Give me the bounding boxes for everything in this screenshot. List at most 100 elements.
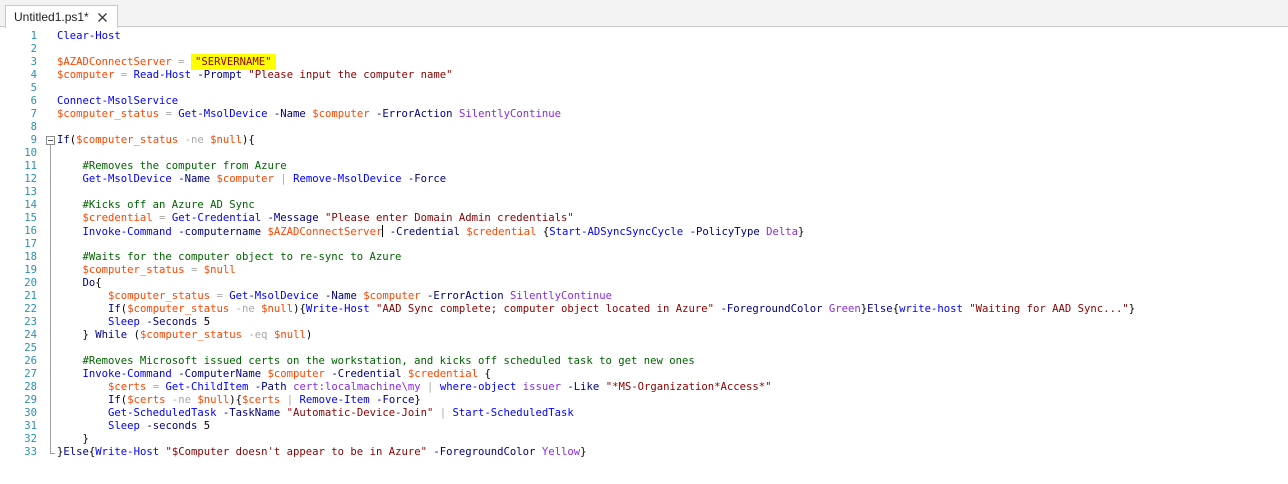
line-number: 28: [24, 381, 37, 393]
token-var: $computer: [363, 290, 421, 302]
token-var: $null: [273, 329, 306, 341]
code-text: Invoke-Command -computername $AZADConnec…: [57, 225, 804, 239]
token-cmd: where-object: [439, 381, 517, 393]
token-kw: If: [108, 303, 121, 315]
token-var: $computer: [312, 108, 370, 120]
token-tx: 5: [203, 420, 211, 432]
token-cmd: Clear-Host: [57, 30, 121, 42]
code-text: Connect-MsolService: [57, 95, 178, 108]
token-par: -Seconds: [146, 316, 198, 328]
token-cmd: Get-ChildItem: [165, 381, 249, 393]
token-par: -ForegroundColor: [720, 303, 823, 315]
token-arg: cert:localmachine\my: [293, 381, 421, 393]
token-cmd: Sleep: [108, 316, 140, 328]
token-str: "AAD Sync complete; computer object loca…: [376, 303, 715, 315]
line-number: 22: [24, 303, 37, 315]
token-cmd: Start-ADSyncSyncCycle: [549, 226, 684, 238]
code-line[interactable]: 10: [0, 147, 1288, 160]
token-par: -Credential: [331, 368, 402, 380]
line-number: 18: [24, 251, 37, 263]
line-number: 25: [24, 342, 37, 354]
code-text: }: [57, 433, 89, 446]
token-kw: Else: [63, 446, 89, 458]
code-line[interactable]: 5: [0, 82, 1288, 95]
line-number: 3: [30, 56, 37, 68]
code-line[interactable]: 7 $computer_status = Get-MsolDevice -Name…: [0, 108, 1288, 121]
token-cmt: #Removes Microsoft issued certs on the w…: [82, 355, 695, 367]
token-cmd: Remove-Item: [299, 394, 370, 406]
tab-untitled1[interactable]: Untitled1.ps1*: [5, 5, 118, 28]
fold-guide-end: [50, 453, 55, 454]
code-line[interactable]: 16 Invoke-Command -computername $AZADCon…: [0, 225, 1288, 238]
close-icon[interactable]: [96, 11, 109, 24]
code-line[interactable]: 14 #Kicks off an Azure AD Sync: [0, 199, 1288, 212]
code-line[interactable]: 18 #Waits for the computer object to re-…: [0, 251, 1288, 264]
token-grp: }: [580, 446, 587, 458]
code-line[interactable]: 27 Invoke-Command -ComputerName $compute…: [0, 368, 1288, 381]
token-par: -TaskName: [222, 407, 281, 419]
code-line[interactable]: 30 Get-ScheduledTask -TaskName "Automati…: [0, 407, 1288, 420]
line-number: 26: [24, 355, 37, 367]
code-line[interactable]: 22 If($computer_status -ne $null){Write-…: [0, 303, 1288, 316]
collapse-icon[interactable]: [46, 136, 55, 145]
token-par: -Force: [376, 394, 415, 406]
code-line[interactable]: 23 Sleep -Seconds 5: [0, 316, 1288, 329]
token-cmd: Invoke-Command: [82, 226, 172, 238]
script-editor[interactable]: 1 Clear-Host 2 3 $AZADConnectServer = "SERVE…: [0, 27, 1288, 484]
token-tx: 5: [203, 316, 211, 328]
token-grp: ){: [229, 394, 243, 406]
code-line[interactable]: 19 $computer_status = $null: [0, 264, 1288, 277]
token-par: -Name: [178, 173, 211, 185]
line-number: 12: [24, 173, 37, 185]
code-line[interactable]: 24 } While ($computer_status -eq $null): [0, 329, 1288, 342]
code-line[interactable]: 13: [0, 186, 1288, 199]
token-arg: Delta: [766, 226, 799, 238]
code-line[interactable]: 29 If($certs -ne $null){$certs | Remove-…: [0, 394, 1288, 407]
code-line[interactable]: 11 #Removes the computer from Azure: [0, 160, 1288, 173]
code-text: #Waits for the computer object to re-syn…: [57, 251, 402, 264]
token-par: -Prompt: [197, 69, 243, 81]
line-number: 4: [30, 69, 37, 81]
token-cmd: Write-Host: [305, 303, 370, 315]
code-line[interactable]: 9 If($computer_status -ne $null){: [0, 134, 1288, 147]
line-number: 10: [24, 147, 37, 159]
token-grp: }: [798, 226, 805, 238]
token-var: $credential: [466, 226, 537, 238]
code-line[interactable]: 15 $credential = Get-Credential -Message…: [0, 212, 1288, 225]
token-par: -computername: [178, 226, 262, 238]
token-op: -ne: [171, 394, 191, 406]
code-text: If($computer_status -ne $null){Write-Hos…: [57, 303, 1135, 316]
code-line[interactable]: 8: [0, 121, 1288, 134]
code-line[interactable]: 12 Get-MsolDevice -Name $computer | Remo…: [0, 173, 1288, 186]
line-number: 2: [30, 43, 37, 55]
line-number: 5: [30, 82, 37, 94]
token-arg: issuer: [522, 381, 562, 393]
code-line[interactable]: 1 Clear-Host: [0, 30, 1288, 43]
code-text: Sleep -seconds 5: [57, 420, 210, 433]
token-cmt: #Waits for the computer object to re-syn…: [82, 251, 402, 263]
line-number: 16: [24, 225, 37, 237]
tab-bar: Untitled1.ps1*: [0, 0, 1288, 28]
code-text: If($certs -ne $null){$certs | Remove-Ite…: [57, 394, 421, 407]
code-line[interactable]: 17: [0, 238, 1288, 251]
code-line[interactable]: 21 $computer_status = Get-MsolDevice -Na…: [0, 290, 1288, 303]
token-par: -Name: [324, 290, 357, 302]
token-var: $computer: [57, 69, 115, 81]
code-line[interactable]: 20 Do{: [0, 277, 1288, 290]
code-line[interactable]: 31 Sleep -seconds 5: [0, 420, 1288, 433]
code-line[interactable]: 25: [0, 342, 1288, 355]
code-line[interactable]: 32 }: [0, 433, 1288, 446]
code-line[interactable]: 6 Connect-MsolService: [0, 95, 1288, 108]
line-number: 1: [30, 30, 37, 42]
code-line[interactable]: 33}Else{Write-Host "$Computer doesn't ap…: [0, 446, 1288, 459]
token-cmd: Get-Credential: [171, 212, 262, 224]
code-line[interactable]: 26 #Removes Microsoft issued certs on th…: [0, 355, 1288, 368]
code-text: #Removes Microsoft issued certs on the w…: [57, 355, 695, 368]
code-line[interactable]: 3 $AZADConnectServer = "SERVERNAME": [0, 54, 1288, 70]
token-kw: Do: [82, 277, 96, 289]
line-number: 6: [30, 95, 37, 107]
token-cmd: Read-Host: [133, 69, 191, 81]
code-line[interactable]: 28 $certs = Get-ChildItem -Path cert:loc…: [0, 381, 1288, 394]
code-line[interactable]: 4 $computer = Read-Host -Prompt "Please i…: [0, 69, 1288, 82]
token-cmt: #Kicks off an Azure AD Sync: [82, 199, 255, 211]
